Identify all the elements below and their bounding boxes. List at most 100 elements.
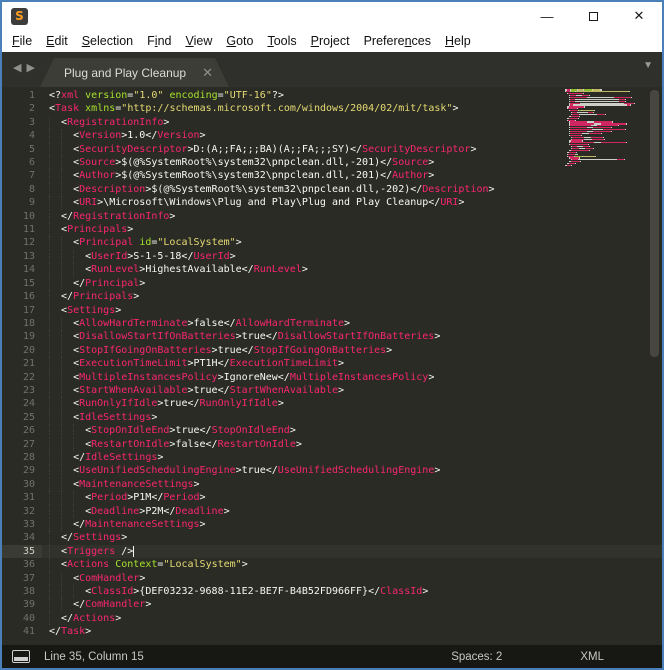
- code-line-19[interactable]: 19<DisallowStartIfOnBatteries>true</Disa…: [2, 330, 662, 343]
- menu-preferences[interactable]: Preferences: [357, 34, 438, 48]
- code-line-41[interactable]: 41</Task>: [2, 625, 662, 638]
- token: >: [344, 318, 350, 329]
- code-line-15[interactable]: 15</Principal>: [2, 277, 662, 290]
- token: UserId: [193, 251, 229, 262]
- code-line-17[interactable]: 17<Settings>: [2, 304, 662, 317]
- token: ?>: [272, 90, 284, 101]
- code-line-29[interactable]: 29<UseUnifiedSchedulingEngine>true</UseU…: [2, 464, 662, 477]
- menu-help[interactable]: Help: [438, 34, 478, 48]
- code-line-21[interactable]: 21<ExecutionTimeLimit>PT1H</ExecutionTim…: [2, 357, 662, 370]
- code-line-6[interactable]: 6<Source>$(@%SystemRoot%\system32\pnpcle…: [2, 156, 662, 169]
- menu-selection[interactable]: Selection: [75, 34, 140, 48]
- minimap-segment: [594, 110, 595, 111]
- code-line-39[interactable]: 39</ComHandler>: [2, 598, 662, 611]
- code-line-36[interactable]: 36<Actions Context="LocalSystem">: [2, 558, 662, 571]
- indent-guide-icon: [49, 491, 61, 504]
- code-line-11[interactable]: 11<Principals>: [2, 223, 662, 236]
- code-line-31[interactable]: 31<Period>P1M</Period>: [2, 491, 662, 504]
- line-number: 35: [2, 545, 42, 558]
- maximize-button[interactable]: [570, 2, 616, 30]
- token: >PT1H</: [187, 358, 229, 369]
- token: "LocalSystem": [157, 237, 235, 248]
- code-line-34[interactable]: 34</Settings>: [2, 531, 662, 544]
- indent-guide-icon: [49, 156, 61, 169]
- code-line-14[interactable]: 14<RunLevel>HighestAvailable</RunLevel>: [2, 263, 662, 276]
- token: >: [338, 358, 344, 369]
- tab-title: Plug and Play Cleanup: [64, 66, 186, 80]
- code-line-1[interactable]: 1<?xml version="1.0" encoding="UTF-16"?>: [2, 89, 662, 102]
- token: >: [157, 452, 163, 463]
- token: Description: [79, 184, 145, 195]
- syntax-mode[interactable]: XML: [580, 651, 604, 663]
- code-line-8[interactable]: 8<Description>$(@%SystemRoot%\system32\p…: [2, 183, 662, 196]
- minimap-segment: [631, 97, 632, 98]
- code-line-12[interactable]: 12<Principal id="LocalSystem">: [2, 236, 662, 249]
- tab-overflow-icon[interactable]: ▼: [643, 60, 653, 71]
- token: >: [296, 439, 302, 450]
- menu-view[interactable]: View: [178, 34, 219, 48]
- menu-edit[interactable]: Edit: [39, 34, 75, 48]
- code-line-22[interactable]: 22<MultipleInstancesPolicy>IgnoreNew</Mu…: [2, 371, 662, 384]
- menu-project[interactable]: Project: [304, 34, 357, 48]
- code-line-2[interactable]: 2<Task xmlns="http://schemas.microsoft.c…: [2, 102, 662, 115]
- line-content: <Source>$(@%SystemRoot%\system32\pnpclea…: [42, 156, 434, 169]
- code-line-18[interactable]: 18<AllowHardTerminate>false</AllowHardTe…: [2, 317, 662, 330]
- code-line-10[interactable]: 10</RegistrationInfo>: [2, 210, 662, 223]
- token: >: [458, 197, 464, 208]
- code-line-16[interactable]: 16</Principals>: [2, 290, 662, 303]
- token: >: [434, 465, 440, 476]
- line-content: </MaintenanceSettings>: [42, 518, 206, 531]
- indent-guide-icon: [61, 357, 73, 370]
- indent-guide-icon: [49, 196, 61, 209]
- code-line-5[interactable]: 5<SecurityDescriptor>D:(A;;FA;;;BA)(A;;F…: [2, 143, 662, 156]
- code-line-13[interactable]: 13<UserId>S-1-5-18</UserId>: [2, 250, 662, 263]
- menu-file[interactable]: File: [5, 34, 39, 48]
- code-editor[interactable]: 1<?xml version="1.0" encoding="UTF-16"?>…: [2, 87, 662, 645]
- code-line-3[interactable]: 3<RegistrationInfo>: [2, 116, 662, 129]
- tab-plug-and-play-cleanup[interactable]: Plug and Play Cleanup ✕: [40, 58, 229, 87]
- vertical-scrollbar[interactable]: [650, 90, 659, 357]
- code-line-30[interactable]: 30<MaintenanceSettings>: [2, 478, 662, 491]
- code-line-26[interactable]: 26<StopOnIdleEnd>true</StopOnIdleEnd>: [2, 424, 662, 437]
- menu-find[interactable]: Find: [140, 34, 178, 48]
- line-number: 31: [2, 491, 42, 504]
- code-line-37[interactable]: 37<ComHandler>: [2, 572, 662, 585]
- minimap[interactable]: [565, 89, 639, 167]
- back-arrow-icon[interactable]: ◀: [13, 61, 21, 74]
- code-line-9[interactable]: 9<URI>\Microsoft\Windows\Plug and Play\P…: [2, 196, 662, 209]
- code-line-23[interactable]: 23<StartWhenAvailable>true</StartWhenAva…: [2, 384, 662, 397]
- token: MaintenanceSettings: [85, 519, 199, 530]
- line-number: 4: [2, 129, 42, 142]
- code-line-27[interactable]: 27<RestartOnIdle>false</RestartOnIdle>: [2, 438, 662, 451]
- code-line-20[interactable]: 20<StopIfGoingOnBatteries>true</StopIfGo…: [2, 344, 662, 357]
- code-line-24[interactable]: 24<RunOnlyIfIdle>true</RunOnlyIfIdle>: [2, 397, 662, 410]
- code-line-32[interactable]: 32<Deadline>P2M</Deadline>: [2, 505, 662, 518]
- line-content: <DisallowStartIfOnBatteries>true</Disall…: [42, 330, 440, 343]
- token: <?: [49, 90, 61, 101]
- indent-guide-icon: [49, 183, 61, 196]
- indentation-setting[interactable]: Spaces: 2: [451, 651, 502, 663]
- status-bar: Line 35, Column 15 Spaces: 2 XML: [2, 645, 662, 668]
- line-content: <Actions Context="LocalSystem">: [42, 558, 248, 571]
- code-line-4[interactable]: 4<Version>1.0</Version>: [2, 129, 662, 142]
- line-content: <Triggers />: [42, 545, 134, 558]
- code-line-40[interactable]: 40</Actions>: [2, 612, 662, 625]
- token: StopIfGoingOnBatteries: [79, 345, 211, 356]
- token: Task: [55, 103, 79, 114]
- token: >HighestAvailable</: [139, 264, 253, 275]
- code-line-7[interactable]: 7<Author>$(@%SystemRoot%\system32\pnpcle…: [2, 169, 662, 182]
- code-line-28[interactable]: 28</IdleSettings>: [2, 451, 662, 464]
- close-button[interactable]: ✕: [616, 2, 662, 30]
- code-line-25[interactable]: 25<IdleSettings>: [2, 411, 662, 424]
- code-line-33[interactable]: 33</MaintenanceSettings>: [2, 518, 662, 531]
- code-line-38[interactable]: 38<ClassId>{DEF03232-9688-11E2-BE7F-B4B5…: [2, 585, 662, 598]
- code-line-35[interactable]: 35<Triggers />: [2, 545, 662, 558]
- token: </: [61, 211, 73, 222]
- forward-arrow-icon[interactable]: ▶: [26, 61, 34, 74]
- menu-goto[interactable]: Goto: [219, 34, 260, 48]
- menu-mnemonic: T: [267, 34, 273, 48]
- tab-close-icon[interactable]: ✕: [202, 65, 213, 81]
- menu-tools[interactable]: Tools: [260, 34, 303, 48]
- minimize-button[interactable]: —: [524, 2, 570, 30]
- line-content: <UserId>S-1-5-18</UserId>: [42, 250, 236, 263]
